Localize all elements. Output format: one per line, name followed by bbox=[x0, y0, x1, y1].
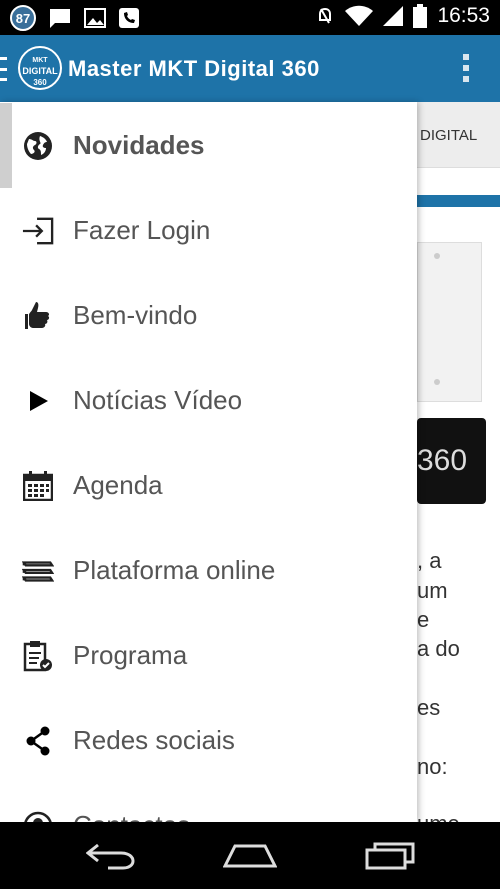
recents-icon[interactable] bbox=[365, 840, 415, 870]
background-text-line: um bbox=[417, 578, 448, 603]
home-icon[interactable] bbox=[223, 840, 277, 870]
drawer-item-label: Programa bbox=[73, 640, 188, 670]
wifi-icon bbox=[345, 5, 374, 26]
mute-icon bbox=[319, 7, 332, 24]
logo-line-1: MKT bbox=[32, 57, 48, 64]
drawer-item-label: Fazer Login bbox=[73, 215, 211, 245]
globe-icon bbox=[22, 130, 54, 162]
drawer-item-label: Novidades bbox=[73, 130, 205, 160]
navigation-drawer: Novidades Fazer Login Bem-vindo Notícias… bbox=[0, 102, 417, 822]
background-text-line: ume bbox=[417, 811, 460, 822]
drawer-item-label: Agenda bbox=[73, 470, 163, 500]
image-icon bbox=[84, 8, 106, 28]
panel-rivet bbox=[434, 379, 440, 385]
app-logo[interactable]: MKT DIGITAL 360 bbox=[18, 46, 62, 90]
status-time: 16:53 bbox=[437, 4, 490, 27]
system-nav-bar bbox=[0, 822, 500, 889]
overflow-menu-icon[interactable] bbox=[462, 54, 470, 82]
calendar-icon bbox=[22, 470, 54, 502]
background-text-line: a do bbox=[417, 636, 460, 661]
battery-icon bbox=[413, 4, 428, 28]
logo-line-2: DIGITAL bbox=[22, 66, 58, 76]
panel-rivet bbox=[434, 253, 440, 259]
background-text-line: no: bbox=[417, 754, 448, 779]
background-panel bbox=[417, 242, 482, 402]
drawer-item-label: Contactos bbox=[73, 810, 190, 822]
drawer-item-redes-sociais[interactable]: Redes sociais bbox=[0, 698, 417, 783]
status-bar: 87 16:53 bbox=[0, 0, 500, 35]
drawer-item-label: Redes sociais bbox=[73, 725, 235, 755]
signal-icon bbox=[383, 6, 404, 26]
notification-count-badge: 87 bbox=[10, 5, 36, 31]
play-icon bbox=[22, 385, 54, 417]
drawer-item-programa[interactable]: Programa bbox=[0, 613, 417, 698]
logo-line-3: 360 bbox=[33, 78, 47, 87]
app-title: Master MKT Digital 360 bbox=[68, 56, 320, 81]
background-text-line: e bbox=[417, 607, 430, 632]
drawer-item-fazer-login[interactable]: Fazer Login bbox=[0, 188, 417, 273]
drawer-item-novidades[interactable]: Novidades bbox=[0, 103, 417, 188]
thumbs-up-icon bbox=[22, 300, 54, 332]
background-tab-label: DIGITAL bbox=[420, 127, 478, 144]
drawer-item-label: Plataforma online bbox=[73, 555, 276, 585]
background-text-line: , a bbox=[417, 548, 442, 573]
hamburger-icon[interactable] bbox=[0, 57, 7, 81]
drawer-item-plataforma-online[interactable]: Plataforma online bbox=[0, 528, 417, 613]
share-icon bbox=[22, 725, 54, 757]
drawer-item-agenda[interactable]: Agenda bbox=[0, 443, 417, 528]
status-left: 87 bbox=[10, 5, 140, 31]
back-icon[interactable] bbox=[86, 840, 136, 870]
background-box-text: 360 bbox=[417, 444, 468, 477]
clipboard-check-icon bbox=[22, 640, 54, 672]
drawer-item-label: Bem-vindo bbox=[73, 300, 198, 330]
status-right: 16:53 bbox=[315, 4, 490, 28]
selection-indicator bbox=[0, 103, 12, 188]
drawer-item-bem-vindo[interactable]: Bem-vindo bbox=[0, 273, 417, 358]
chat-icon bbox=[50, 9, 70, 28]
background-blue-strip bbox=[417, 195, 500, 207]
login-icon bbox=[22, 215, 54, 247]
contact-icon bbox=[22, 810, 54, 822]
drawer-item-contactos[interactable]: Contactos bbox=[0, 783, 417, 822]
background-text-line: es bbox=[417, 695, 441, 720]
background-black-box: 360 bbox=[417, 418, 486, 504]
books-icon bbox=[22, 555, 54, 587]
voicemail-icon bbox=[119, 8, 139, 28]
drawer-item-label: Notícias Vídeo bbox=[73, 385, 243, 415]
drawer-item-noticias-video[interactable]: Notícias Vídeo bbox=[0, 358, 417, 443]
